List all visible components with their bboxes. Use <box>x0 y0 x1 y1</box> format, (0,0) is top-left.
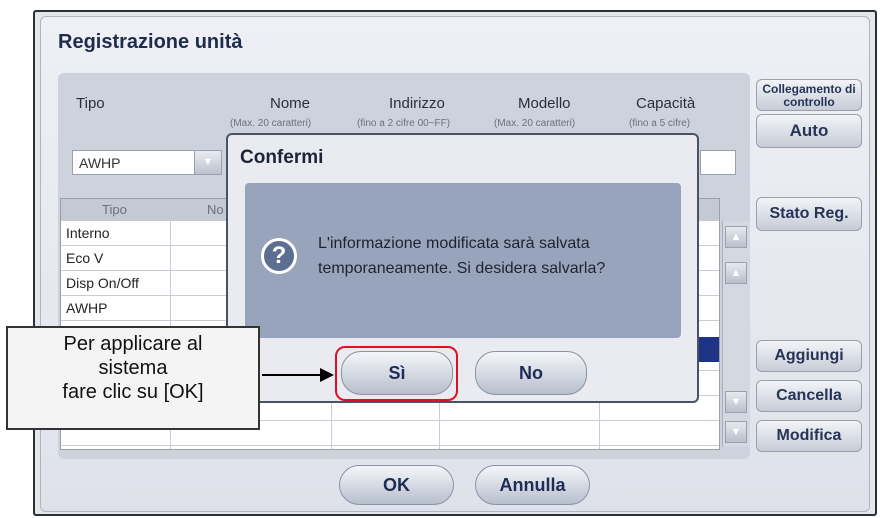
ok-button[interactable]: OK <box>339 465 454 505</box>
arrow-right-icon <box>320 368 334 382</box>
yes-button-highlight <box>335 346 458 401</box>
no-button[interactable]: No <box>475 351 587 395</box>
cancella-button[interactable]: Cancella <box>756 380 862 412</box>
window-title: Registrazione unità <box>58 31 243 53</box>
annulla-button[interactable]: Annulla <box>475 465 590 505</box>
instruction-callout: Per applicare al sistema fare clic su [O… <box>6 326 260 430</box>
callout-line: Per applicare al <box>63 333 203 355</box>
question-circle-icon: ? <box>261 238 297 274</box>
header-tipo: Tipo <box>76 95 105 112</box>
aggiungi-button[interactable]: Aggiungi <box>756 340 862 372</box>
cell-tipo: Disp On/Off <box>66 275 139 291</box>
dialog-message: L'informazione modificata sarà salvata t… <box>318 231 605 281</box>
cell-tipo: Eco V <box>66 250 104 266</box>
capacity-input[interactable] <box>700 150 736 175</box>
dialog-message-line: temporaneamente. Si desidera salvarla? <box>318 260 606 277</box>
hint-indirizzo: (fino a 2 cifre 00~FF) <box>357 118 451 129</box>
header-modello: Modello <box>518 95 571 112</box>
stato-reg-button[interactable]: Stato Reg. <box>756 197 862 231</box>
callout-line: sistema <box>98 357 168 379</box>
dialog-title: Confermi <box>240 147 324 168</box>
hint-capacita: (fino a 5 cifre) <box>629 118 691 129</box>
cell-tipo: Interno <box>66 225 110 241</box>
chevron-down-icon[interactable]: ▼ <box>725 391 747 413</box>
hint-nome: (Max. 20 caratteri) <box>230 118 312 129</box>
collegamento-button[interactable]: Collegamento di controllo <box>756 79 862 111</box>
column-no: No <box>207 202 224 217</box>
double-chevron-down-icon[interactable]: ▼ <box>725 421 747 443</box>
double-chevron-up-icon[interactable]: ▲ <box>725 226 747 248</box>
chevron-down-icon[interactable]: ▼ <box>194 151 221 174</box>
column-tipo: Tipo <box>102 202 127 217</box>
auto-button[interactable]: Auto <box>756 114 862 148</box>
cell-tipo: AWHP <box>66 300 108 316</box>
hint-modello: (Max. 20 caratteri) <box>494 118 576 129</box>
callout-line: fare clic su [OK] <box>62 381 204 403</box>
dialog-message-line: L'informazione modificata sarà salvata <box>318 235 590 252</box>
header-nome: Nome <box>270 95 311 112</box>
header-indirizzo: Indirizzo <box>389 95 445 112</box>
header-capacita: Capacità <box>636 95 696 112</box>
selected-row-highlight <box>699 337 719 362</box>
chevron-up-icon[interactable]: ▲ <box>725 262 747 284</box>
table-scrollbar[interactable] <box>722 221 750 447</box>
modifica-button[interactable]: Modifica <box>756 420 862 452</box>
